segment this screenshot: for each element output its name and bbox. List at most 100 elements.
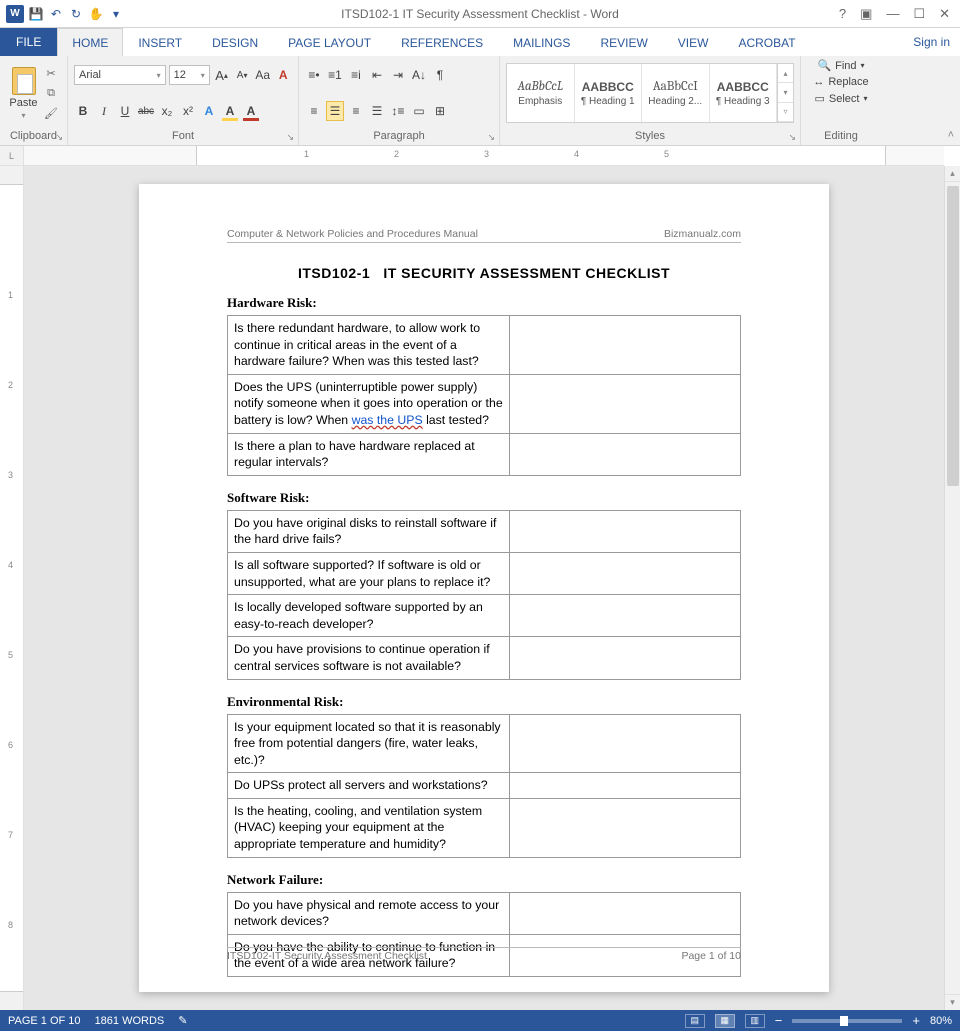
scroll-thumb[interactable] [947,186,959,486]
question-cell[interactable]: Do you have provisions to continue opera… [228,637,510,679]
sign-in-link[interactable]: Sign in [903,28,960,56]
tab-review[interactable]: REVIEW [585,28,662,56]
style-emphasis[interactable]: AaBbCcLEmphasis [507,64,575,122]
help-icon[interactable]: ? [839,6,846,22]
align-right-button[interactable]: ≡ [347,101,365,121]
bold-button[interactable]: B [74,101,92,121]
close-icon[interactable]: ✕ [939,6,950,22]
question-cell[interactable]: Is locally developed software supported … [228,595,510,637]
scroll-up-icon[interactable]: ▴ [945,166,960,182]
status-words[interactable]: 1861 WORDS [95,1015,165,1027]
shading-button[interactable]: ▭ [410,101,428,121]
answer-cell[interactable] [510,374,741,433]
zoom-level[interactable]: 80% [930,1015,952,1027]
horizontal-ruler[interactable]: L 1 2 3 4 5 [0,146,944,166]
answer-cell[interactable] [510,316,741,375]
highlight-button[interactable]: A [221,101,239,121]
view-print-icon[interactable]: ▦ [715,1014,735,1028]
view-web-icon[interactable]: ▥ [745,1014,765,1028]
subscript-button[interactable]: x₂ [158,101,176,121]
select-button[interactable]: ▭Select▾ [815,92,868,105]
format-painter-icon[interactable]: 🖌 [43,105,59,121]
multilevel-button[interactable]: ≡i [347,65,365,85]
style-heading3[interactable]: AABBCC¶ Heading 3 [710,64,778,122]
underline-button[interactable]: U [116,101,134,121]
answer-cell[interactable] [510,552,741,594]
answer-cell[interactable] [510,637,741,679]
style-heading2[interactable]: AaBbCcIHeading 2... [642,64,710,122]
font-color-button[interactable]: A [242,101,260,121]
question-cell[interactable]: Is there redundant hardware, to allow wo… [228,316,510,375]
increase-indent-button[interactable]: ⇥ [389,65,407,85]
align-left-button[interactable]: ≡ [305,101,323,121]
shrink-font-button[interactable]: A▾ [233,65,251,85]
numbering-button[interactable]: ≡1 [326,65,344,85]
document-canvas[interactable]: Computer & Network Policies and Procedur… [24,166,944,1010]
show-marks-button[interactable]: ¶ [431,65,449,85]
replace-button[interactable]: ↔Replace [813,76,868,88]
qat-redo-icon[interactable]: ↻ [68,6,84,22]
zoom-out-button[interactable]: − [775,1013,783,1028]
font-name-combo[interactable]: Arial▾ [74,65,166,85]
decrease-indent-button[interactable]: ⇤ [368,65,386,85]
answer-cell[interactable] [510,798,741,857]
answer-cell[interactable] [510,773,741,799]
copy-icon[interactable]: ⧉ [43,85,59,101]
document-page[interactable]: Computer & Network Policies and Procedur… [139,184,829,992]
clear-formatting-button[interactable]: A [274,65,292,85]
clipboard-dialog-icon[interactable]: ↘ [55,132,63,143]
tab-references[interactable]: REFERENCES [386,28,498,56]
bullets-button[interactable]: ≡• [305,65,323,85]
status-page[interactable]: PAGE 1 OF 10 [8,1015,81,1027]
scroll-down-icon[interactable]: ▾ [945,994,960,1010]
paragraph-dialog-icon[interactable]: ↘ [487,132,495,143]
tab-mailings[interactable]: MAILINGS [498,28,585,56]
tab-insert[interactable]: INSERT [123,28,197,56]
proofing-icon[interactable]: ✎ [178,1014,187,1027]
answer-cell[interactable] [510,892,741,934]
answer-cell[interactable] [510,433,741,475]
question-cell[interactable]: Do you have physical and remote access t… [228,892,510,934]
qat-save-icon[interactable]: 💾 [28,6,44,22]
tab-file[interactable]: FILE [0,28,57,56]
grow-font-button[interactable]: A▴ [213,65,231,85]
italic-button[interactable]: I [95,101,113,121]
vertical-scrollbar[interactable]: ▴ ▾ [944,166,960,1010]
font-size-combo[interactable]: 12▾ [169,65,210,85]
vertical-ruler[interactable]: 1 2 3 4 5 6 7 8 [0,166,24,1010]
question-cell[interactable]: Do UPSs protect all servers and workstat… [228,773,510,799]
tab-page-layout[interactable]: PAGE LAYOUT [273,28,386,56]
tab-home[interactable]: HOME [57,28,123,56]
question-cell[interactable]: Do you have original disks to reinstall … [228,510,510,552]
question-cell[interactable]: Is your equipment located so that it is … [228,714,510,773]
paste-button[interactable]: Paste ▾ [6,60,41,126]
qat-undo-icon[interactable]: ↶ [48,6,64,22]
minimize-icon[interactable]: — [886,6,899,22]
zoom-slider[interactable] [792,1019,902,1023]
change-case-button[interactable]: Aa [254,65,272,85]
answer-cell[interactable] [510,595,741,637]
tab-view[interactable]: VIEW [663,28,724,56]
styles-gallery[interactable]: AaBbCcLEmphasis AABBCC¶ Heading 1 AaBbCc… [506,63,794,123]
question-cell[interactable]: Is all software supported? If software i… [228,552,510,594]
hyperlink[interactable]: was the UPS [352,413,423,427]
find-button[interactable]: 🔍Find▾ [817,59,864,72]
line-spacing-button[interactable]: ↕≡ [389,101,407,121]
styles-dialog-icon[interactable]: ↘ [788,132,796,143]
justify-button[interactable]: ☰ [368,101,386,121]
style-heading1[interactable]: AABBCC¶ Heading 1 [575,64,643,122]
question-cell[interactable]: Is there a plan to have hardware replace… [228,433,510,475]
view-read-icon[interactable]: ▤ [685,1014,705,1028]
borders-button[interactable]: ⊞ [431,101,449,121]
qat-customize-icon[interactable]: ▾ [108,6,124,22]
qat-touch-icon[interactable]: ✋ [88,6,104,22]
answer-cell[interactable] [510,714,741,773]
tab-acrobat[interactable]: ACROBAT [723,28,810,56]
sort-button[interactable]: A↓ [410,65,428,85]
strikethrough-button[interactable]: abc [137,101,155,121]
font-dialog-icon[interactable]: ↘ [286,132,294,143]
maximize-icon[interactable]: ☐ [913,6,925,22]
superscript-button[interactable]: x² [179,101,197,121]
collapse-ribbon-icon[interactable]: ˄ [948,129,954,141]
question-cell[interactable]: Does the UPS (uninterruptible power supp… [228,374,510,433]
